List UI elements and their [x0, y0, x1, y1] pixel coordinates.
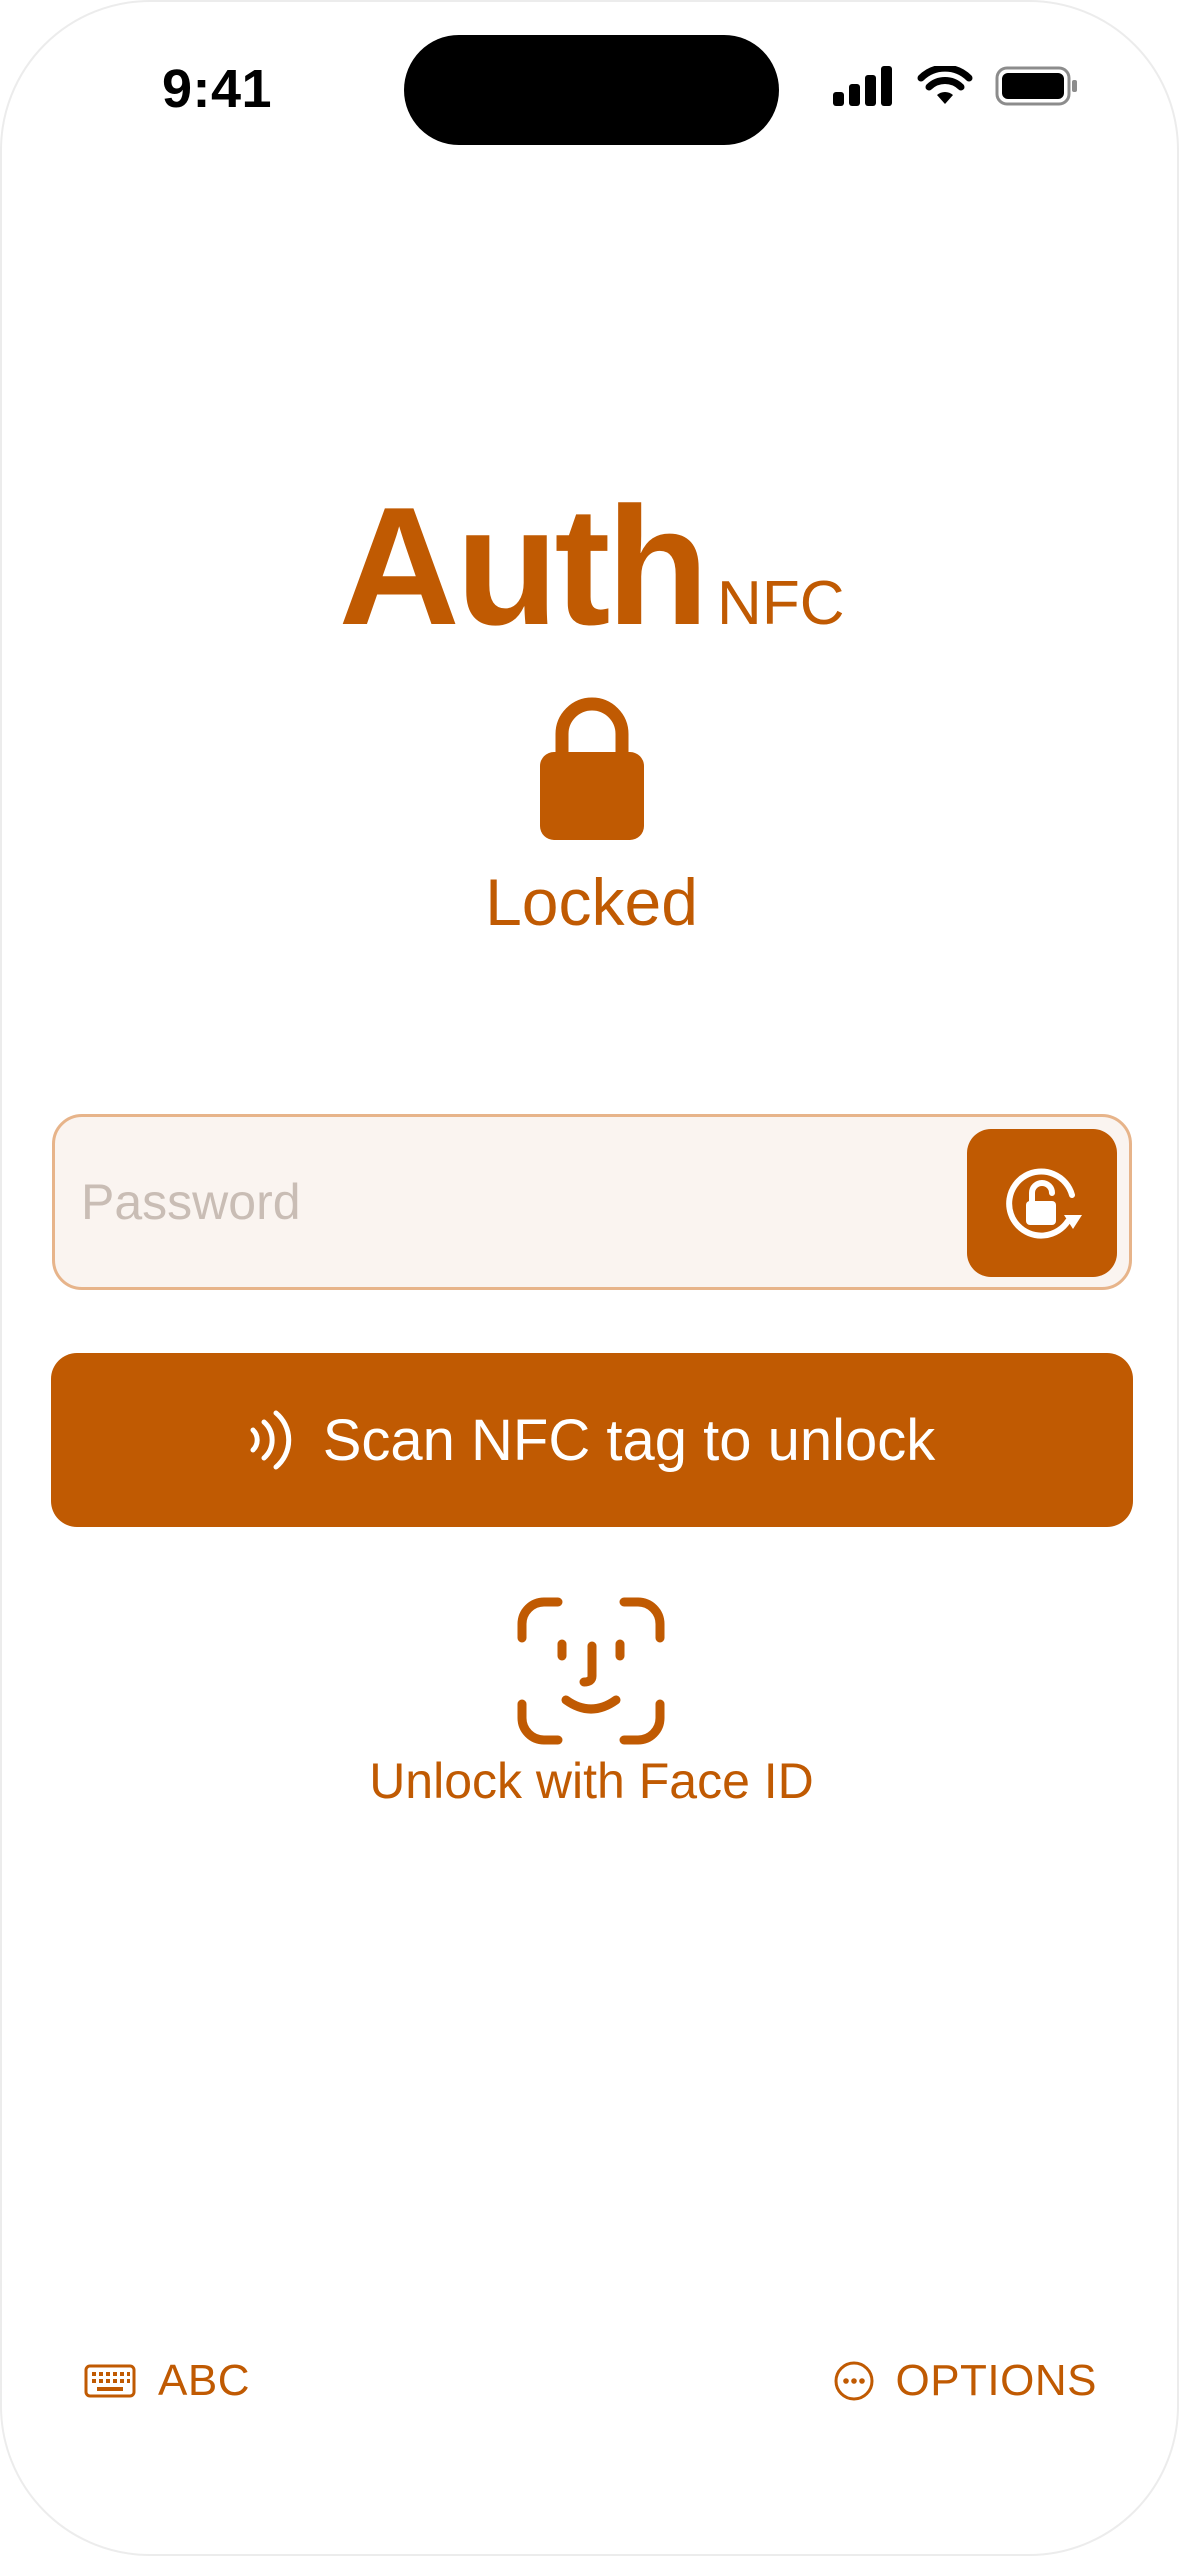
scan-nfc-label: Scan NFC tag to unlock — [322, 1407, 936, 1473]
keyboard-toggle-label: ABC — [158, 2356, 250, 2405]
password-field[interactable] — [52, 1114, 1132, 1290]
wifi-icon — [917, 66, 973, 104]
status-icons — [833, 66, 1079, 106]
nfc-waves-icon — [250, 1410, 291, 1470]
keyboard-toggle-button[interactable]: ABC — [84, 2356, 250, 2406]
ellipsis-circle-icon — [834, 2361, 874, 2401]
cellular-signal-icon — [833, 66, 892, 106]
battery-icon — [995, 66, 1077, 106]
face-id-button[interactable]: Unlock with Face ID — [2, 1752, 1177, 1810]
options-button[interactable]: OPTIONS — [833, 2356, 1097, 2406]
scan-nfc-button[interactable]: Scan NFC tag to unlock — [51, 1353, 1133, 1527]
keyboard-icon — [84, 2364, 136, 2398]
lock-status-label: Locked — [485, 865, 698, 939]
app-title-main: Auth — [338, 472, 710, 660]
unlock-rotate-icon — [1006, 1168, 1082, 1239]
options-label: OPTIONS — [895, 2356, 1097, 2405]
face-id-icon[interactable] — [516, 1596, 666, 1746]
lock-icon — [540, 697, 644, 840]
dynamic-island — [404, 35, 779, 145]
app-title-sub: NFC — [717, 569, 845, 638]
password-submit-button[interactable] — [967, 1129, 1117, 1277]
status-time: 9:41 — [162, 59, 273, 119]
app-title: Auth NFC — [2, 472, 1177, 660]
password-input[interactable] — [81, 1117, 961, 1287]
phone-screen: 9:41 Auth NFC Locked Scan NFC tag to unl… — [0, 0, 1179, 2556]
